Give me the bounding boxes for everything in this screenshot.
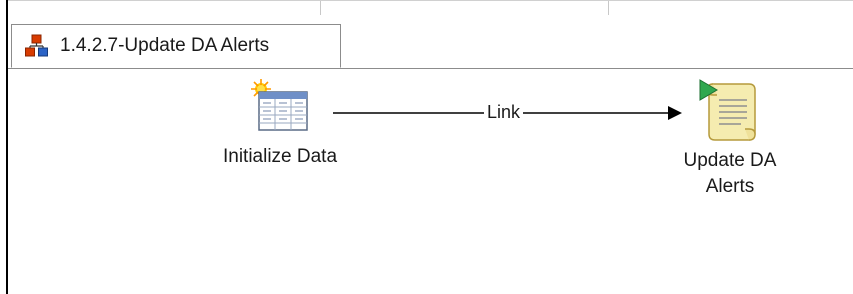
- node-label: Update DA Alerts: [684, 148, 777, 200]
- script-scroll-icon: [699, 79, 756, 141]
- node-label: Initialize Data: [222, 146, 338, 167]
- node-label-line: Alerts: [705, 176, 755, 197]
- link-label: Link: [484, 101, 524, 123]
- node-label-line: Update DA: [683, 150, 777, 171]
- node-update-da-alerts[interactable]: Update DA Alerts: [655, 78, 805, 200]
- table-icon: [251, 79, 308, 131]
- node-initialize-data[interactable]: Initialize Data: [198, 78, 362, 170]
- workflow-designer-window: 1.4.2.7-Update DA Alerts Link Initialize…: [0, 0, 853, 294]
